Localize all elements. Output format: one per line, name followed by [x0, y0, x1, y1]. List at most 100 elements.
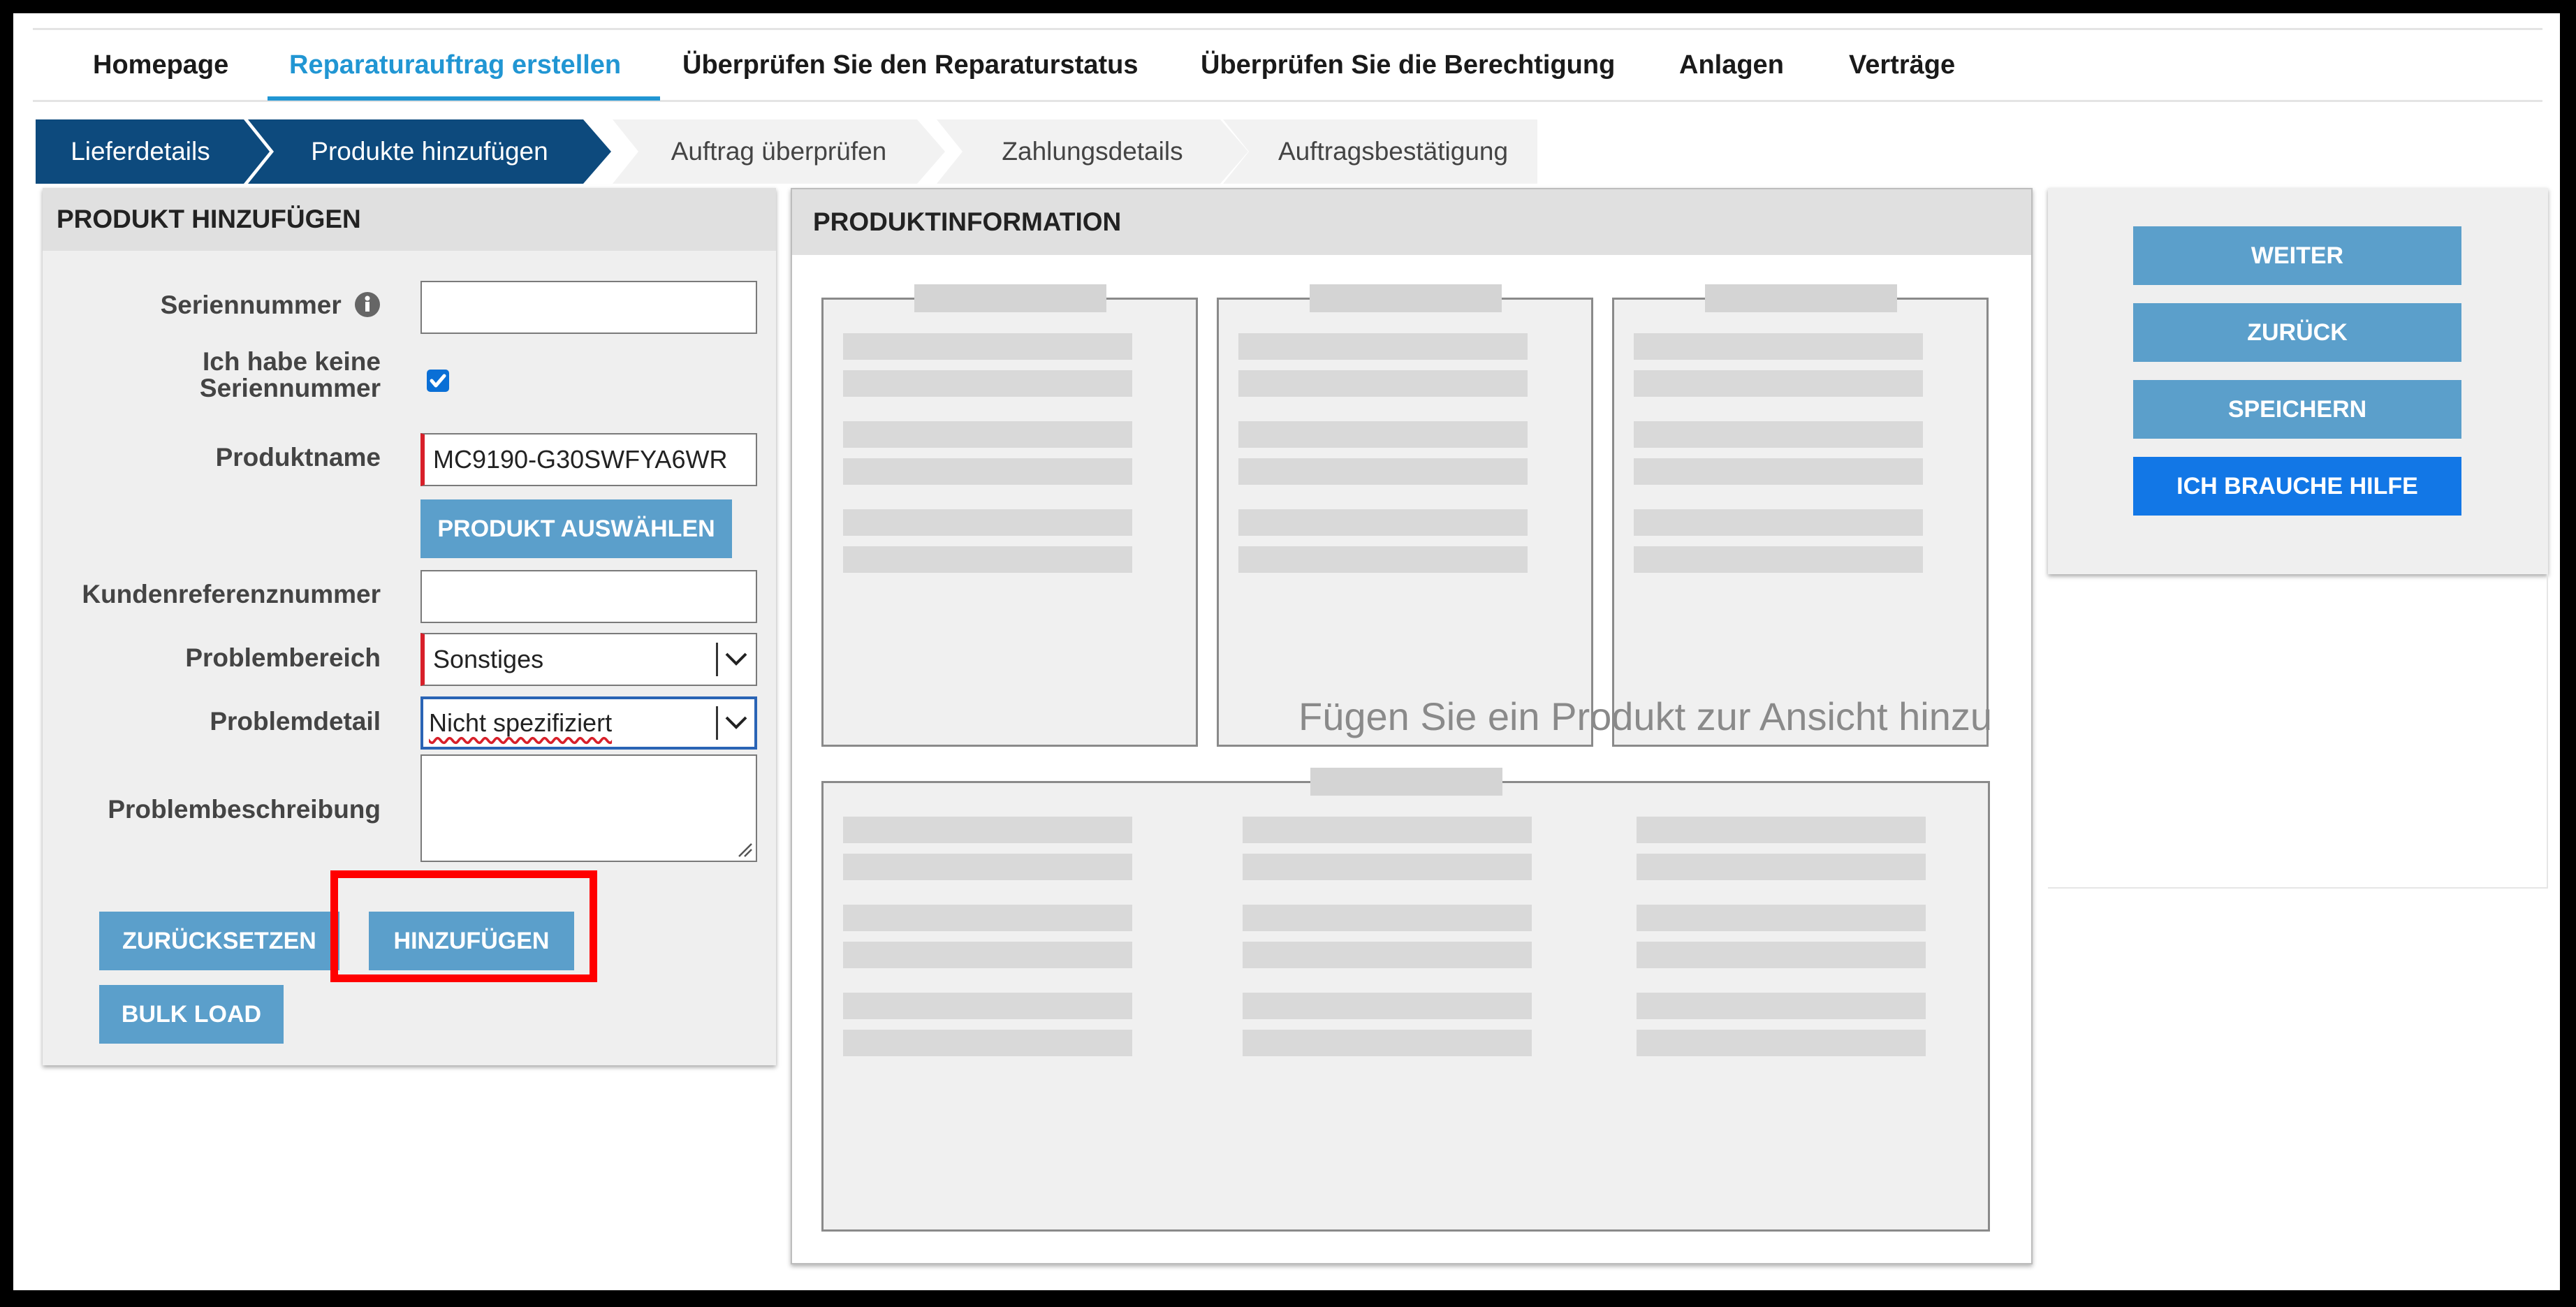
- placeholder-line: [1243, 1030, 1532, 1056]
- placeholder-line: [843, 509, 1132, 536]
- placeholder-line: [1634, 458, 1923, 485]
- placeholder-line: [843, 333, 1132, 360]
- chevron-down-icon: [725, 652, 747, 666]
- placeholder-line: [1637, 1030, 1926, 1056]
- placeholder-line: [843, 854, 1132, 880]
- placeholder-line: [1238, 421, 1528, 448]
- need-help-button[interactable]: ICH BRAUCHE HILFE: [2133, 457, 2461, 516]
- placeholder-card: [1217, 284, 1593, 747]
- placeholder-line: [843, 458, 1132, 485]
- placeholder-line: [1238, 509, 1528, 536]
- step-add-products[interactable]: Produkte hinzufügen: [248, 119, 611, 184]
- placeholder-card: [821, 284, 1198, 747]
- placeholder-line: [1243, 993, 1532, 1019]
- resize-handle-icon[interactable]: [735, 840, 753, 858]
- problem-description-label: Problembeschreibung: [108, 795, 381, 824]
- product-name-label: Produktname: [215, 443, 381, 472]
- placeholder-card-tab: [1310, 284, 1502, 312]
- placeholder-card-tab: [1310, 768, 1502, 796]
- step-label: Auftragsbestätigung: [1278, 137, 1509, 166]
- nav-homepage[interactable]: Homepage: [93, 30, 228, 100]
- panel-title: PRODUKTINFORMATION: [792, 189, 2031, 255]
- placeholder-card-wide: [821, 768, 1990, 1232]
- actions-panel-spacer: [2048, 574, 2548, 889]
- bulk-load-button[interactable]: BULK LOAD: [99, 985, 284, 1044]
- placeholder-line: [1243, 942, 1532, 968]
- nav-create-repair-order[interactable]: Reparaturauftrag erstellen: [289, 30, 621, 100]
- problem-description-textarea[interactable]: [420, 754, 757, 862]
- nav-contracts[interactable]: Verträge: [1849, 30, 1955, 100]
- placeholder-line: [1637, 817, 1926, 843]
- empty-state-message: Fügen Sie ein Produkt zur Ansicht hinzu: [1298, 694, 1993, 738]
- step-order-confirmation[interactable]: Auftragsbestätigung: [1223, 119, 1537, 184]
- select-divider: [716, 706, 718, 740]
- placeholder-card: [1612, 284, 1989, 747]
- placeholder-line: [1238, 458, 1528, 485]
- placeholder-line: [843, 942, 1132, 968]
- placeholder-line: [1243, 817, 1532, 843]
- nav-assets[interactable]: Anlagen: [1679, 30, 1784, 100]
- highlight-box: [330, 870, 597, 982]
- back-button[interactable]: ZURÜCK: [2133, 303, 2461, 362]
- customer-reference-label: Kundenreferenznummer: [82, 580, 381, 608]
- chevron-down-icon: [725, 716, 747, 729]
- placeholder-line: [843, 421, 1132, 448]
- placeholder-line: [1243, 854, 1532, 880]
- placeholder-card-tab: [914, 284, 1106, 312]
- top-navigation: Homepage Reparaturauftrag erstellen Über…: [33, 28, 2542, 102]
- step-review-order[interactable]: Auftrag überprüfen: [613, 119, 945, 184]
- next-button[interactable]: WEITER: [2133, 226, 2461, 285]
- placeholder-line: [1634, 333, 1923, 360]
- placeholder-line: [1634, 509, 1923, 536]
- placeholder-line: [1637, 854, 1926, 880]
- placeholder-line: [1238, 546, 1528, 573]
- step-label: Zahlungsdetails: [1002, 137, 1183, 166]
- problem-detail-label: Problemdetail: [210, 707, 381, 736]
- save-button[interactable]: SPEICHERN: [2133, 380, 2461, 439]
- placeholder-line: [1238, 370, 1528, 397]
- problem-area-select[interactable]: Sonstiges: [420, 633, 757, 686]
- problem-area-label: Problembereich: [185, 643, 381, 672]
- placeholder-line: [1637, 942, 1926, 968]
- placeholder-line: [1637, 993, 1926, 1019]
- browser-frame: Homepage Reparaturauftrag erstellen Über…: [13, 13, 2560, 1290]
- select-divider: [716, 643, 718, 676]
- placeholder-line: [1637, 905, 1926, 931]
- step-label: Produkte hinzufügen: [311, 137, 548, 166]
- order-stepper: Lieferdetails Produkte hinzufügen Auftra…: [36, 119, 1537, 184]
- placeholder-line: [843, 817, 1132, 843]
- placeholder-line: [1634, 546, 1923, 573]
- actions-panel: WEITER ZURÜCK SPEICHERN ICH BRAUCHE HILF…: [2048, 188, 2548, 574]
- serial-number-label: Seriennummer: [161, 291, 381, 319]
- no-serial-checkbox[interactable]: [426, 369, 450, 393]
- product-information-panel: PRODUKTINFORMATION Fügen Sie ein Produkt…: [791, 188, 2033, 1264]
- reset-button[interactable]: ZURÜCKSETZEN: [99, 912, 339, 970]
- placeholder-line: [1243, 905, 1532, 931]
- customer-reference-input[interactable]: [420, 570, 757, 623]
- placeholder-line: [1238, 333, 1528, 360]
- problem-detail-value: Nicht spezifiziert: [429, 708, 613, 737]
- placeholder-line: [1634, 421, 1923, 448]
- nav-check-repair-status[interactable]: Überprüfen Sie den Reparaturstatus: [682, 30, 1138, 100]
- step-payment-details[interactable]: Zahlungsdetails: [937, 119, 1248, 184]
- active-tab-indicator: [268, 96, 660, 101]
- placeholder-card-tab: [1705, 284, 1897, 312]
- info-icon[interactable]: [354, 291, 381, 318]
- product-name-input[interactable]: [420, 433, 757, 486]
- step-delivery-details[interactable]: Lieferdetails: [36, 119, 270, 184]
- placeholder-line: [1634, 370, 1923, 397]
- step-label: Lieferdetails: [71, 137, 210, 166]
- no-serial-label: Ich habe keine Seriennummer: [199, 347, 381, 402]
- placeholder-line: [843, 905, 1132, 931]
- problem-detail-select[interactable]: Nicht spezifiziert: [420, 696, 757, 750]
- serial-number-input[interactable]: [420, 281, 757, 334]
- placeholder-line: [843, 546, 1132, 573]
- panel-title: PRODUKT HINZUFÜGEN: [43, 188, 776, 251]
- placeholder-line: [843, 1030, 1132, 1056]
- select-product-button[interactable]: PRODUKT AUSWÄHLEN: [420, 499, 732, 558]
- placeholder-line: [843, 993, 1132, 1019]
- placeholder-line: [843, 370, 1132, 397]
- nav-check-entitlement[interactable]: Überprüfen Sie die Berechtigung: [1201, 30, 1615, 100]
- problem-area-value: Sonstiges: [433, 645, 544, 673]
- step-label: Auftrag überprüfen: [671, 137, 887, 166]
